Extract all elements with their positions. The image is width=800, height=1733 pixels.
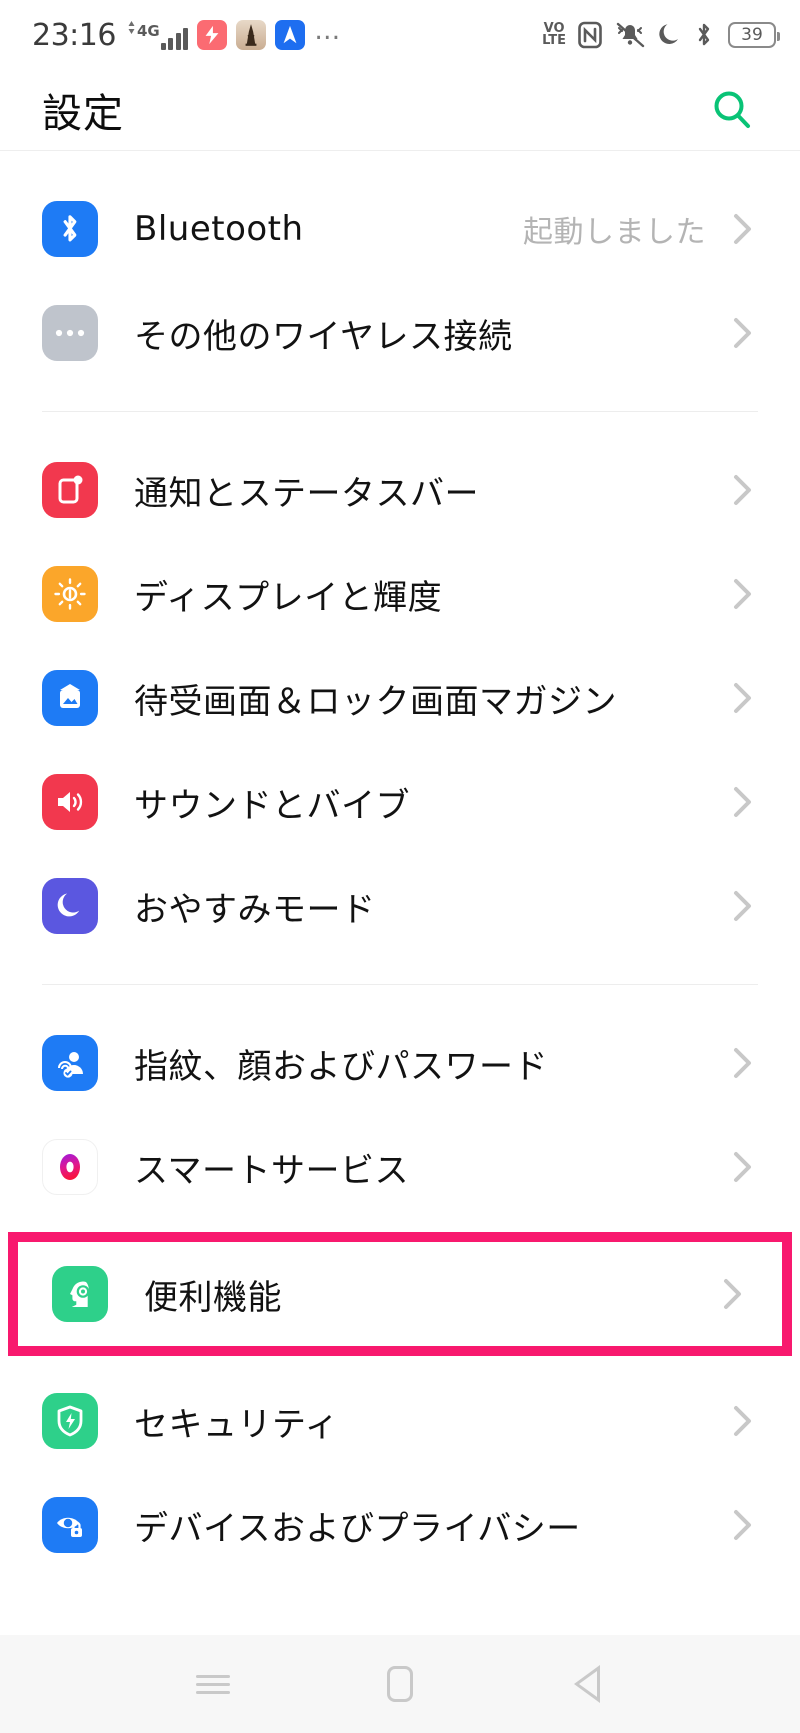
chevron-right-icon [730, 577, 756, 611]
phone-screen: 23:16 4G … VO LTE 39 設定 Bluetooth 起動しました… [0, 0, 800, 1733]
settings-row-label: サウンドとバイブ [134, 785, 410, 826]
status-overflow-icon: … [314, 15, 343, 46]
status-bar-left: 23:16 4G … [32, 18, 342, 53]
battery-level-label: 39 [741, 25, 763, 45]
settings-row-sound-vibration[interactable]: サウンドとバイブ [0, 750, 800, 854]
settings-row-device-privacy[interactable]: デバイスおよびプライバシー [0, 1473, 800, 1577]
settings-row-security[interactable]: セキュリティ [0, 1369, 800, 1473]
search-button[interactable] [708, 86, 756, 134]
settings-row-do-not-disturb[interactable]: おやすみモード [0, 854, 800, 958]
settings-row-label: 通知とステータスバー [134, 473, 479, 514]
do-not-disturb-icon [659, 24, 678, 45]
moon-app-icon [42, 878, 98, 934]
bluetooth-app-icon [42, 201, 98, 257]
tower-app-icon [236, 20, 267, 50]
settings-row-label: ディスプレイと輝度 [134, 577, 443, 618]
chevron-right-icon [730, 785, 756, 819]
settings-row-label: セキュリティ [134, 1404, 339, 1445]
shield-app-icon [42, 1393, 98, 1449]
settings-row-smart-services[interactable]: スマートサービス [0, 1115, 800, 1219]
status-bar-right: VO LTE 39 [542, 21, 780, 49]
ringer-silent-icon [616, 22, 645, 48]
smart-head-app-icon [52, 1266, 108, 1322]
privacy-eye-app-icon [42, 1497, 98, 1553]
settings-row-fingerprint-face-password[interactable]: 指紋、顔およびパスワード [0, 1011, 800, 1115]
chevron-right-icon [730, 1508, 756, 1542]
settings-row-label: Bluetooth [134, 209, 304, 249]
chevron-right-icon [730, 473, 756, 507]
back-icon [573, 1665, 600, 1703]
back-button[interactable] [552, 1649, 622, 1719]
more-dots-app-icon [42, 305, 98, 361]
nfc-icon [578, 21, 602, 49]
settings-row-notifications-status-bar[interactable]: 通知とステータスバー [0, 438, 800, 542]
settings-row-wallpaper-lockscreen-magazine[interactable]: 待受画面＆ロック画面マガジン [0, 646, 800, 750]
recents-button[interactable] [178, 1649, 248, 1719]
page-title: 設定 [42, 91, 124, 137]
speaker-app-icon [42, 774, 98, 830]
app-header: 設定 [0, 70, 800, 150]
chevron-right-icon [730, 212, 756, 246]
home-icon [386, 1666, 413, 1702]
brightness-sun-app-icon [42, 566, 98, 622]
settings-row-label: 便利機能 [144, 1277, 282, 1318]
signal-bars-icon [160, 28, 189, 50]
wallpaper-app-icon [42, 670, 98, 726]
settings-row-display-brightness[interactable]: ディスプレイと輝度 [0, 542, 800, 646]
system-navigation-bar [0, 1635, 800, 1733]
settings-list[interactable]: Bluetooth 起動しました その他のワイヤレス接続 通知とステータスバー … [0, 150, 800, 1635]
settings-row-label: 待受画面＆ロック画面マガジン [134, 681, 617, 722]
settings-row-label: おやすみモード [134, 889, 376, 930]
search-icon [714, 91, 750, 128]
chevron-right-icon [730, 1404, 756, 1438]
status-bar: 23:16 4G … VO LTE 39 [0, 0, 800, 70]
navigation-app-icon [275, 20, 306, 50]
notification-app-icon [42, 462, 98, 518]
network-type-label: 4G [136, 22, 160, 40]
cellular-signal-indicator: 4G [127, 20, 189, 50]
settings-row-label: デバイスおよびプライバシー [134, 1508, 581, 1549]
chevron-right-icon [730, 1150, 756, 1184]
settings-row-bluetooth[interactable]: Bluetooth 起動しました [0, 177, 800, 281]
chevron-right-icon [730, 1046, 756, 1080]
settings-row-convenience-features[interactable]: 便利機能 [18, 1242, 782, 1346]
bluetooth-status-value: 起動しました [523, 215, 706, 250]
chevron-right-icon [730, 889, 756, 923]
shortcut-app-icon [197, 20, 228, 50]
chevron-right-icon [730, 681, 756, 715]
battery-indicator: 39 [728, 22, 780, 48]
smart-services-app-icon [42, 1139, 98, 1195]
volte-icon: VO LTE [542, 21, 566, 48]
bluetooth-icon [698, 23, 710, 46]
settings-row-label: スマートサービス [134, 1150, 409, 1191]
data-transfer-arrows-icon [128, 21, 135, 34]
chevron-right-icon [720, 1277, 746, 1311]
settings-row-label: 指紋、顔およびパスワード [134, 1046, 548, 1087]
settings-row-other-wireless[interactable]: その他のワイヤレス接続 [0, 281, 800, 385]
highlight-annotation-box: 便利機能 [8, 1232, 792, 1356]
fingerprint-face-app-icon [42, 1035, 98, 1091]
chevron-right-icon [730, 316, 756, 350]
recents-icon [196, 1670, 231, 1699]
settings-row-label: その他のワイヤレス接続 [134, 316, 513, 357]
home-button[interactable] [365, 1649, 435, 1719]
status-clock: 23:16 [32, 17, 116, 53]
